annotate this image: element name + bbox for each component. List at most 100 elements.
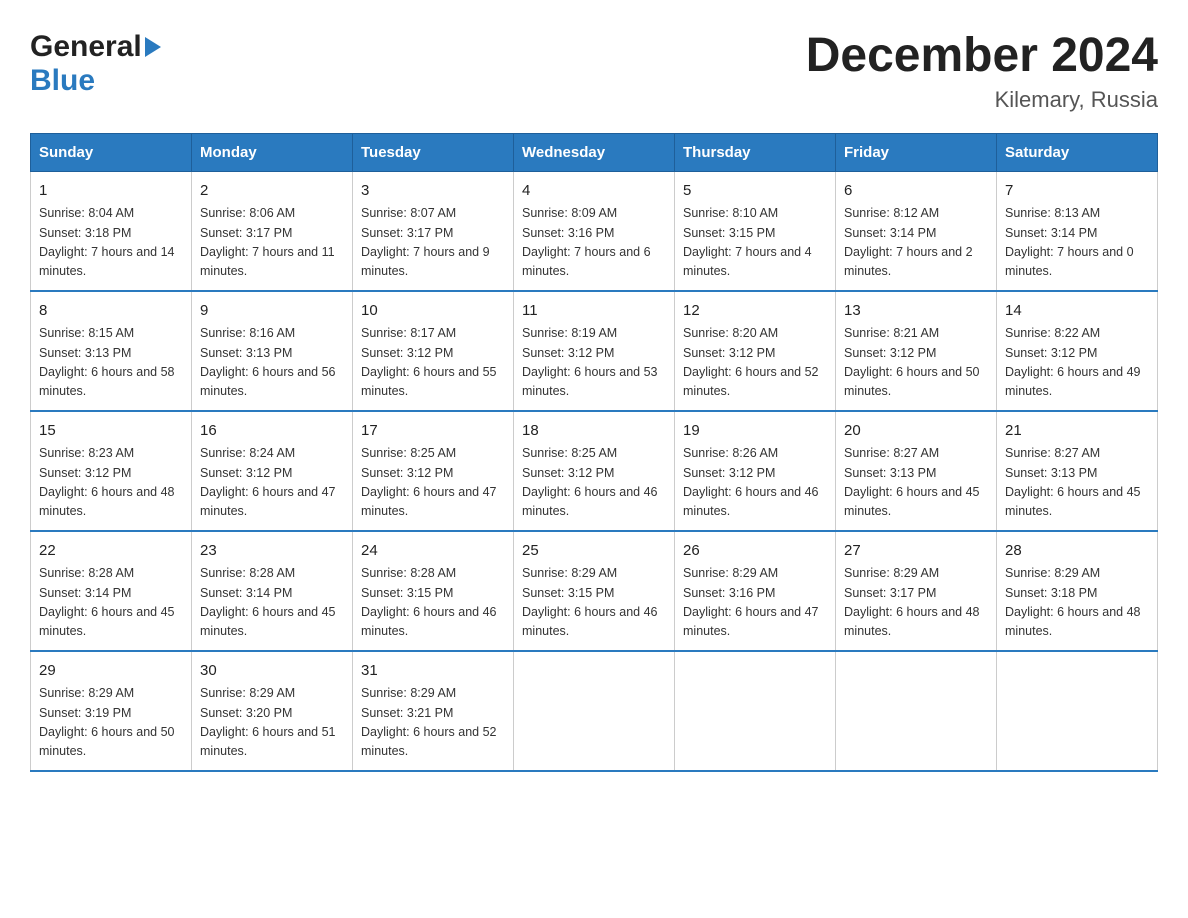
header-row: SundayMondayTuesdayWednesdayThursdayFrid…	[31, 133, 1158, 171]
day-cell: 13Sunrise: 8:21 AMSunset: 3:12 PMDayligh…	[836, 291, 997, 411]
week-row-3: 15Sunrise: 8:23 AMSunset: 3:12 PMDayligh…	[31, 411, 1158, 531]
day-number: 10	[361, 300, 505, 323]
day-info: Sunrise: 8:26 AMSunset: 3:12 PMDaylight:…	[683, 444, 827, 522]
day-cell: 25Sunrise: 8:29 AMSunset: 3:15 PMDayligh…	[514, 531, 675, 651]
calendar-subtitle: Kilemary, Russia	[806, 87, 1158, 113]
header-day-wednesday: Wednesday	[514, 133, 675, 171]
day-cell	[836, 651, 997, 771]
logo: General Blue	[30, 30, 161, 98]
day-info: Sunrise: 8:28 AMSunset: 3:14 PMDaylight:…	[200, 564, 344, 642]
day-info: Sunrise: 8:15 AMSunset: 3:13 PMDaylight:…	[39, 324, 183, 402]
day-number: 2	[200, 180, 344, 203]
logo-general-text: General	[30, 30, 142, 64]
day-cell	[997, 651, 1158, 771]
day-number: 17	[361, 420, 505, 443]
day-info: Sunrise: 8:09 AMSunset: 3:16 PMDaylight:…	[522, 204, 666, 282]
day-info: Sunrise: 8:13 AMSunset: 3:14 PMDaylight:…	[1005, 204, 1149, 282]
logo-blue-text: Blue	[30, 64, 95, 97]
day-number: 23	[200, 540, 344, 563]
day-cell: 11Sunrise: 8:19 AMSunset: 3:12 PMDayligh…	[514, 291, 675, 411]
day-info: Sunrise: 8:21 AMSunset: 3:12 PMDaylight:…	[844, 324, 988, 402]
day-cell: 10Sunrise: 8:17 AMSunset: 3:12 PMDayligh…	[353, 291, 514, 411]
day-number: 3	[361, 180, 505, 203]
day-number: 5	[683, 180, 827, 203]
day-cell: 20Sunrise: 8:27 AMSunset: 3:13 PMDayligh…	[836, 411, 997, 531]
day-number: 9	[200, 300, 344, 323]
day-cell: 24Sunrise: 8:28 AMSunset: 3:15 PMDayligh…	[353, 531, 514, 651]
week-row-5: 29Sunrise: 8:29 AMSunset: 3:19 PMDayligh…	[31, 651, 1158, 771]
day-number: 11	[522, 300, 666, 323]
day-cell: 14Sunrise: 8:22 AMSunset: 3:12 PMDayligh…	[997, 291, 1158, 411]
day-cell: 9Sunrise: 8:16 AMSunset: 3:13 PMDaylight…	[192, 291, 353, 411]
day-cell: 17Sunrise: 8:25 AMSunset: 3:12 PMDayligh…	[353, 411, 514, 531]
day-info: Sunrise: 8:07 AMSunset: 3:17 PMDaylight:…	[361, 204, 505, 282]
day-info: Sunrise: 8:06 AMSunset: 3:17 PMDaylight:…	[200, 204, 344, 282]
day-number: 20	[844, 420, 988, 443]
day-number: 1	[39, 180, 183, 203]
day-cell: 12Sunrise: 8:20 AMSunset: 3:12 PMDayligh…	[675, 291, 836, 411]
day-cell: 6Sunrise: 8:12 AMSunset: 3:14 PMDaylight…	[836, 171, 997, 291]
day-info: Sunrise: 8:28 AMSunset: 3:14 PMDaylight:…	[39, 564, 183, 642]
day-cell: 26Sunrise: 8:29 AMSunset: 3:16 PMDayligh…	[675, 531, 836, 651]
week-row-4: 22Sunrise: 8:28 AMSunset: 3:14 PMDayligh…	[31, 531, 1158, 651]
day-cell: 29Sunrise: 8:29 AMSunset: 3:19 PMDayligh…	[31, 651, 192, 771]
day-cell: 4Sunrise: 8:09 AMSunset: 3:16 PMDaylight…	[514, 171, 675, 291]
day-cell: 21Sunrise: 8:27 AMSunset: 3:13 PMDayligh…	[997, 411, 1158, 531]
calendar-title: December 2024	[806, 30, 1158, 83]
day-cell: 1Sunrise: 8:04 AMSunset: 3:18 PMDaylight…	[31, 171, 192, 291]
day-info: Sunrise: 8:29 AMSunset: 3:16 PMDaylight:…	[683, 564, 827, 642]
day-info: Sunrise: 8:29 AMSunset: 3:15 PMDaylight:…	[522, 564, 666, 642]
day-cell: 3Sunrise: 8:07 AMSunset: 3:17 PMDaylight…	[353, 171, 514, 291]
day-number: 7	[1005, 180, 1149, 203]
day-number: 21	[1005, 420, 1149, 443]
day-cell	[675, 651, 836, 771]
day-info: Sunrise: 8:12 AMSunset: 3:14 PMDaylight:…	[844, 204, 988, 282]
day-number: 6	[844, 180, 988, 203]
day-info: Sunrise: 8:25 AMSunset: 3:12 PMDaylight:…	[522, 444, 666, 522]
day-number: 18	[522, 420, 666, 443]
day-cell: 2Sunrise: 8:06 AMSunset: 3:17 PMDaylight…	[192, 171, 353, 291]
day-info: Sunrise: 8:25 AMSunset: 3:12 PMDaylight:…	[361, 444, 505, 522]
day-cell	[514, 651, 675, 771]
day-cell: 5Sunrise: 8:10 AMSunset: 3:15 PMDaylight…	[675, 171, 836, 291]
day-cell: 30Sunrise: 8:29 AMSunset: 3:20 PMDayligh…	[192, 651, 353, 771]
day-cell: 18Sunrise: 8:25 AMSunset: 3:12 PMDayligh…	[514, 411, 675, 531]
day-number: 30	[200, 660, 344, 683]
day-number: 25	[522, 540, 666, 563]
day-number: 4	[522, 180, 666, 203]
day-cell: 28Sunrise: 8:29 AMSunset: 3:18 PMDayligh…	[997, 531, 1158, 651]
header-day-friday: Friday	[836, 133, 997, 171]
day-info: Sunrise: 8:29 AMSunset: 3:17 PMDaylight:…	[844, 564, 988, 642]
day-info: Sunrise: 8:17 AMSunset: 3:12 PMDaylight:…	[361, 324, 505, 402]
logo-triangle-icon	[145, 37, 161, 57]
header-day-thursday: Thursday	[675, 133, 836, 171]
week-row-2: 8Sunrise: 8:15 AMSunset: 3:13 PMDaylight…	[31, 291, 1158, 411]
day-number: 26	[683, 540, 827, 563]
day-info: Sunrise: 8:10 AMSunset: 3:15 PMDaylight:…	[683, 204, 827, 282]
day-number: 19	[683, 420, 827, 443]
day-info: Sunrise: 8:29 AMSunset: 3:18 PMDaylight:…	[1005, 564, 1149, 642]
day-info: Sunrise: 8:29 AMSunset: 3:21 PMDaylight:…	[361, 684, 505, 762]
day-cell: 22Sunrise: 8:28 AMSunset: 3:14 PMDayligh…	[31, 531, 192, 651]
day-number: 24	[361, 540, 505, 563]
header-day-monday: Monday	[192, 133, 353, 171]
day-number: 16	[200, 420, 344, 443]
day-cell: 31Sunrise: 8:29 AMSunset: 3:21 PMDayligh…	[353, 651, 514, 771]
day-number: 29	[39, 660, 183, 683]
day-info: Sunrise: 8:22 AMSunset: 3:12 PMDaylight:…	[1005, 324, 1149, 402]
header-day-tuesday: Tuesday	[353, 133, 514, 171]
day-cell: 23Sunrise: 8:28 AMSunset: 3:14 PMDayligh…	[192, 531, 353, 651]
day-number: 14	[1005, 300, 1149, 323]
day-cell: 19Sunrise: 8:26 AMSunset: 3:12 PMDayligh…	[675, 411, 836, 531]
day-info: Sunrise: 8:27 AMSunset: 3:13 PMDaylight:…	[1005, 444, 1149, 522]
day-info: Sunrise: 8:20 AMSunset: 3:12 PMDaylight:…	[683, 324, 827, 402]
day-info: Sunrise: 8:04 AMSunset: 3:18 PMDaylight:…	[39, 204, 183, 282]
day-cell: 15Sunrise: 8:23 AMSunset: 3:12 PMDayligh…	[31, 411, 192, 531]
day-number: 15	[39, 420, 183, 443]
page-header: General Blue December 2024 Kilemary, Rus…	[30, 30, 1158, 113]
day-info: Sunrise: 8:28 AMSunset: 3:15 PMDaylight:…	[361, 564, 505, 642]
calendar-table: SundayMondayTuesdayWednesdayThursdayFrid…	[30, 133, 1158, 772]
day-cell: 7Sunrise: 8:13 AMSunset: 3:14 PMDaylight…	[997, 171, 1158, 291]
day-number: 12	[683, 300, 827, 323]
day-info: Sunrise: 8:24 AMSunset: 3:12 PMDaylight:…	[200, 444, 344, 522]
